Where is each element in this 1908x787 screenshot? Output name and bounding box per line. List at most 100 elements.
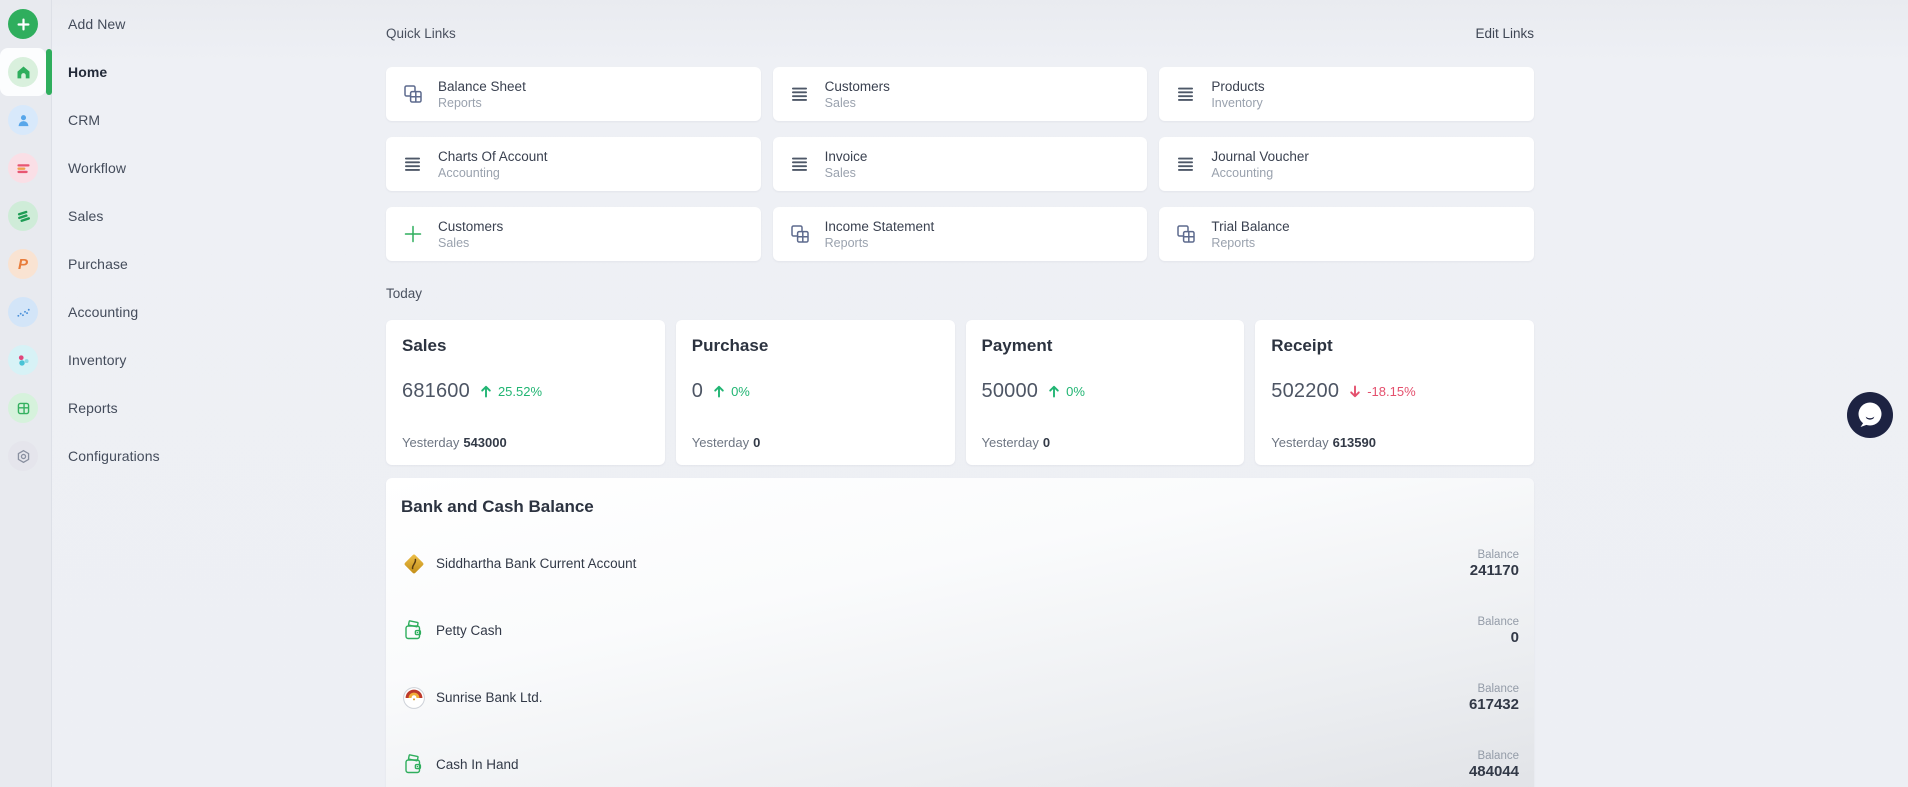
plus-circle-icon	[8, 9, 38, 39]
purchase-flag-icon: P	[8, 249, 38, 279]
bank-account-row[interactable]: Siddhartha Bank Current Account Balance …	[401, 530, 1519, 597]
stat-value: 502200	[1271, 380, 1340, 402]
quick-link-title: Products	[1211, 78, 1265, 94]
sidebar-item-accounting[interactable]: Accounting	[0, 288, 340, 336]
sidebar-item-sales[interactable]: Sales	[0, 192, 340, 240]
balance-label: Balance	[1477, 548, 1519, 561]
list-icon	[1174, 82, 1198, 106]
stat-card-receipt: Receipt 502200 -18.15% Yesterday 613590	[1255, 320, 1534, 465]
balance-value: 0	[1510, 628, 1519, 646]
workflow-lines-icon	[8, 153, 38, 183]
sidebar-item-reports[interactable]: Reports	[0, 384, 340, 432]
quick-links-grid: Balance Sheet Reports Customers Sales Prod…	[386, 67, 1534, 261]
bank-cash-balance-title: Bank and Cash Balance	[401, 497, 594, 516]
chat-launcher-button[interactable]	[1846, 391, 1894, 439]
quick-link-subtitle: Accounting	[438, 165, 500, 180]
quick-link-customers[interactable]: Customers Sales	[772, 67, 1148, 121]
quick-link-subtitle: Accounting	[1211, 165, 1274, 180]
quick-link-subtitle: Inventory	[1211, 95, 1263, 110]
today-title: Today	[386, 286, 423, 301]
list-icon	[788, 82, 812, 106]
quick-link-subtitle: Reports	[824, 235, 869, 250]
account-name: Cash In Hand	[436, 757, 519, 772]
siddhartha-bank-logo	[401, 552, 427, 576]
sidebar-item-purchase[interactable]: P Purchase	[0, 240, 340, 288]
stat-value: 50000	[981, 380, 1039, 402]
account-name: Siddhartha Bank Current Account	[436, 556, 637, 571]
quick-link-title: Balance Sheet	[438, 78, 526, 94]
arrow-down-icon	[1348, 384, 1362, 399]
yesterday-label: Yesterday	[981, 435, 1039, 450]
table-icon	[788, 222, 812, 246]
bank-account-row[interactable]: Petty Cash Balance 0	[401, 597, 1519, 664]
balance-value: 484044	[1468, 762, 1519, 780]
sales-stripes-icon	[8, 201, 38, 231]
quick-links-title: Quick Links	[386, 26, 456, 41]
list-icon	[788, 152, 812, 176]
quick-link-charts-of-account[interactable]: Charts Of Account Accounting	[386, 137, 761, 191]
sidebar-item-label: CRM	[68, 112, 101, 128]
quick-links-header: Quick Links Edit Links	[386, 26, 1534, 41]
bank-cash-balance-card: Bank and Cash Balance Siddhartha Bank Cu…	[386, 478, 1534, 787]
sunrise-bank-logo	[401, 686, 427, 710]
sidebar-item-label: Reports	[68, 400, 118, 416]
stat-percent: -18.15%	[1367, 384, 1416, 399]
balance-label: Balance	[1477, 615, 1519, 628]
quick-link-title: Customers	[438, 218, 504, 234]
sidebar-item-configurations[interactable]: Configurations	[0, 432, 340, 480]
sidebar-item-label: Sales	[68, 208, 104, 224]
account-name: Petty Cash	[436, 623, 503, 638]
stat-percent: 0%	[1066, 384, 1085, 399]
quick-link-products[interactable]: Products Inventory	[1159, 67, 1534, 121]
stat-percent: 25.52%	[497, 384, 543, 399]
quick-link-invoice[interactable]: Invoice Sales	[772, 137, 1148, 191]
quick-link-trial-balance[interactable]: Trial Balance Reports	[1159, 207, 1534, 261]
sidebar-item-workflow[interactable]: Workflow	[0, 144, 340, 192]
wallet-icon	[401, 753, 427, 777]
stat-card-purchase: Purchase 0 0% Yesterday 0	[675, 320, 955, 465]
account-name: Sunrise Bank Ltd.	[436, 690, 543, 705]
sidebar-item-label: Home	[68, 64, 108, 80]
arrow-up-icon	[712, 384, 726, 399]
quick-link-customers-add[interactable]: Customers Sales	[386, 207, 761, 261]
yesterday-value: 0	[753, 435, 761, 450]
yesterday-value: 0	[1042, 435, 1051, 450]
sidebar-item-label: Configurations	[68, 448, 160, 464]
quick-link-title: Journal Voucher	[1211, 148, 1309, 164]
quick-link-journal-voucher[interactable]: Journal Voucher Accounting	[1159, 137, 1534, 191]
stat-card-payment: Payment 50000 0% Yesterday 0	[965, 320, 1245, 465]
wallet-icon	[401, 619, 427, 643]
plus-icon	[401, 222, 425, 246]
bank-account-row[interactable]: Sunrise Bank Ltd. Balance 617432	[401, 664, 1519, 731]
yesterday-label: Yesterday	[1271, 435, 1329, 450]
quick-link-title: Charts Of Account	[438, 148, 548, 164]
sidebar-item-crm[interactable]: CRM	[0, 96, 340, 144]
stat-title: Sales	[402, 336, 447, 355]
arrow-up-icon	[1047, 384, 1061, 399]
sidebar-item-add-new[interactable]: Add New	[0, 0, 340, 48]
quick-link-title: Trial Balance	[1211, 218, 1290, 234]
sidebar-item-label: Workflow	[68, 160, 127, 176]
sidebar-item-label: Add New	[68, 16, 126, 32]
quick-link-income-statement[interactable]: Income Statement Reports	[772, 207, 1148, 261]
bank-account-row[interactable]: Cash In Hand Balance 484044	[401, 731, 1519, 787]
edit-links-button[interactable]: Edit Links	[1475, 26, 1534, 41]
stat-title: Payment	[981, 336, 1053, 355]
yesterday-label: Yesterday	[691, 435, 750, 450]
yesterday-value: 543000	[463, 435, 507, 450]
sidebar-item-inventory[interactable]: Inventory	[0, 336, 340, 384]
sidebar-item-home[interactable]: Home	[0, 48, 340, 96]
scatter-chart-icon	[8, 297, 38, 327]
balance-label: Balance	[1477, 749, 1519, 762]
quick-link-balance-sheet[interactable]: Balance Sheet Reports	[386, 67, 761, 121]
balance-label: Balance	[1477, 682, 1519, 695]
person-icon	[8, 105, 38, 135]
yesterday-label: Yesterday	[402, 435, 460, 450]
stat-title: Purchase	[691, 336, 769, 355]
arrow-up-icon	[479, 384, 493, 399]
table-icon	[401, 82, 425, 106]
balance-value: 617432	[1468, 695, 1519, 713]
quick-link-subtitle: Reports	[1211, 235, 1256, 250]
gear-icon	[8, 441, 38, 471]
yesterday-value: 613590	[1332, 435, 1376, 450]
